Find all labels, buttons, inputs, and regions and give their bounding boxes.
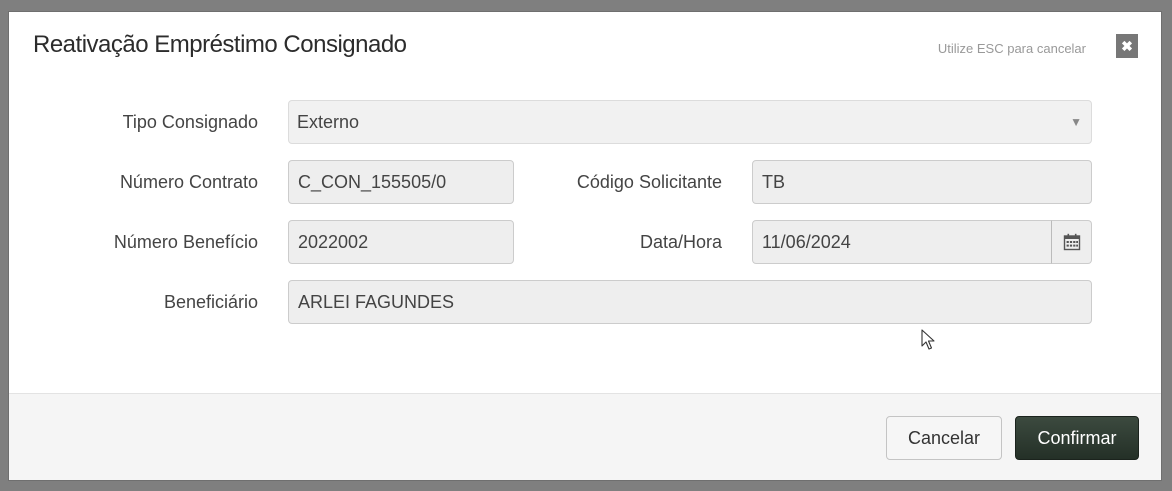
codigo-solicitante-label: Código Solicitante — [576, 172, 722, 192]
data-hora-label: Data/Hora — [639, 232, 722, 252]
dialog-title: Reativação Empréstimo Consignado — [33, 31, 407, 58]
mouse-cursor-icon — [921, 329, 935, 350]
data-hora-field[interactable]: 11/06/2024 — [752, 220, 1052, 264]
numero-beneficio-label: Número Benefício — [113, 232, 258, 252]
numero-contrato-value: C_CON_155505/0 — [298, 172, 447, 192]
data-hora-value: 11/06/2024 — [762, 232, 851, 252]
confirm-button[interactable]: Confirmar — [1015, 416, 1139, 460]
calendar-icon — [1063, 233, 1080, 251]
numero-beneficio-value: 2022002 — [298, 232, 369, 252]
dialog-header: Reativação Empréstimo Consignado Utilize… — [9, 12, 1161, 82]
reactivation-dialog: Reativação Empréstimo Consignado Utilize… — [9, 12, 1161, 480]
chevron-down-icon: ▼ — [1070, 115, 1082, 129]
close-icon: ✖ — [1121, 38, 1133, 54]
tipo-consignado-select[interactable]: Externo ▼ — [288, 100, 1092, 144]
dialog-footer: Cancelar Confirmar — [9, 393, 1161, 480]
beneficiario-field[interactable]: ARLEI FAGUNDES — [288, 280, 1092, 324]
esc-hint: Utilize ESC para cancelar — [937, 41, 1086, 56]
numero-beneficio-field[interactable]: 2022002 — [288, 220, 514, 264]
beneficiario-label: Beneficiário — [163, 292, 258, 312]
beneficiario-value: ARLEI FAGUNDES — [298, 292, 455, 312]
tipo-consignado-label: Tipo Consignado — [122, 112, 258, 132]
cancel-button[interactable]: Cancelar — [886, 416, 1002, 460]
tipo-consignado-value: Externo — [297, 112, 360, 132]
codigo-solicitante-field[interactable]: TB — [752, 160, 1092, 204]
calendar-button[interactable] — [1051, 220, 1092, 264]
numero-contrato-label: Número Contrato — [119, 172, 258, 192]
codigo-solicitante-value: TB — [762, 172, 786, 192]
numero-contrato-field[interactable]: C_CON_155505/0 — [288, 160, 514, 204]
close-button[interactable]: ✖ — [1116, 34, 1138, 58]
